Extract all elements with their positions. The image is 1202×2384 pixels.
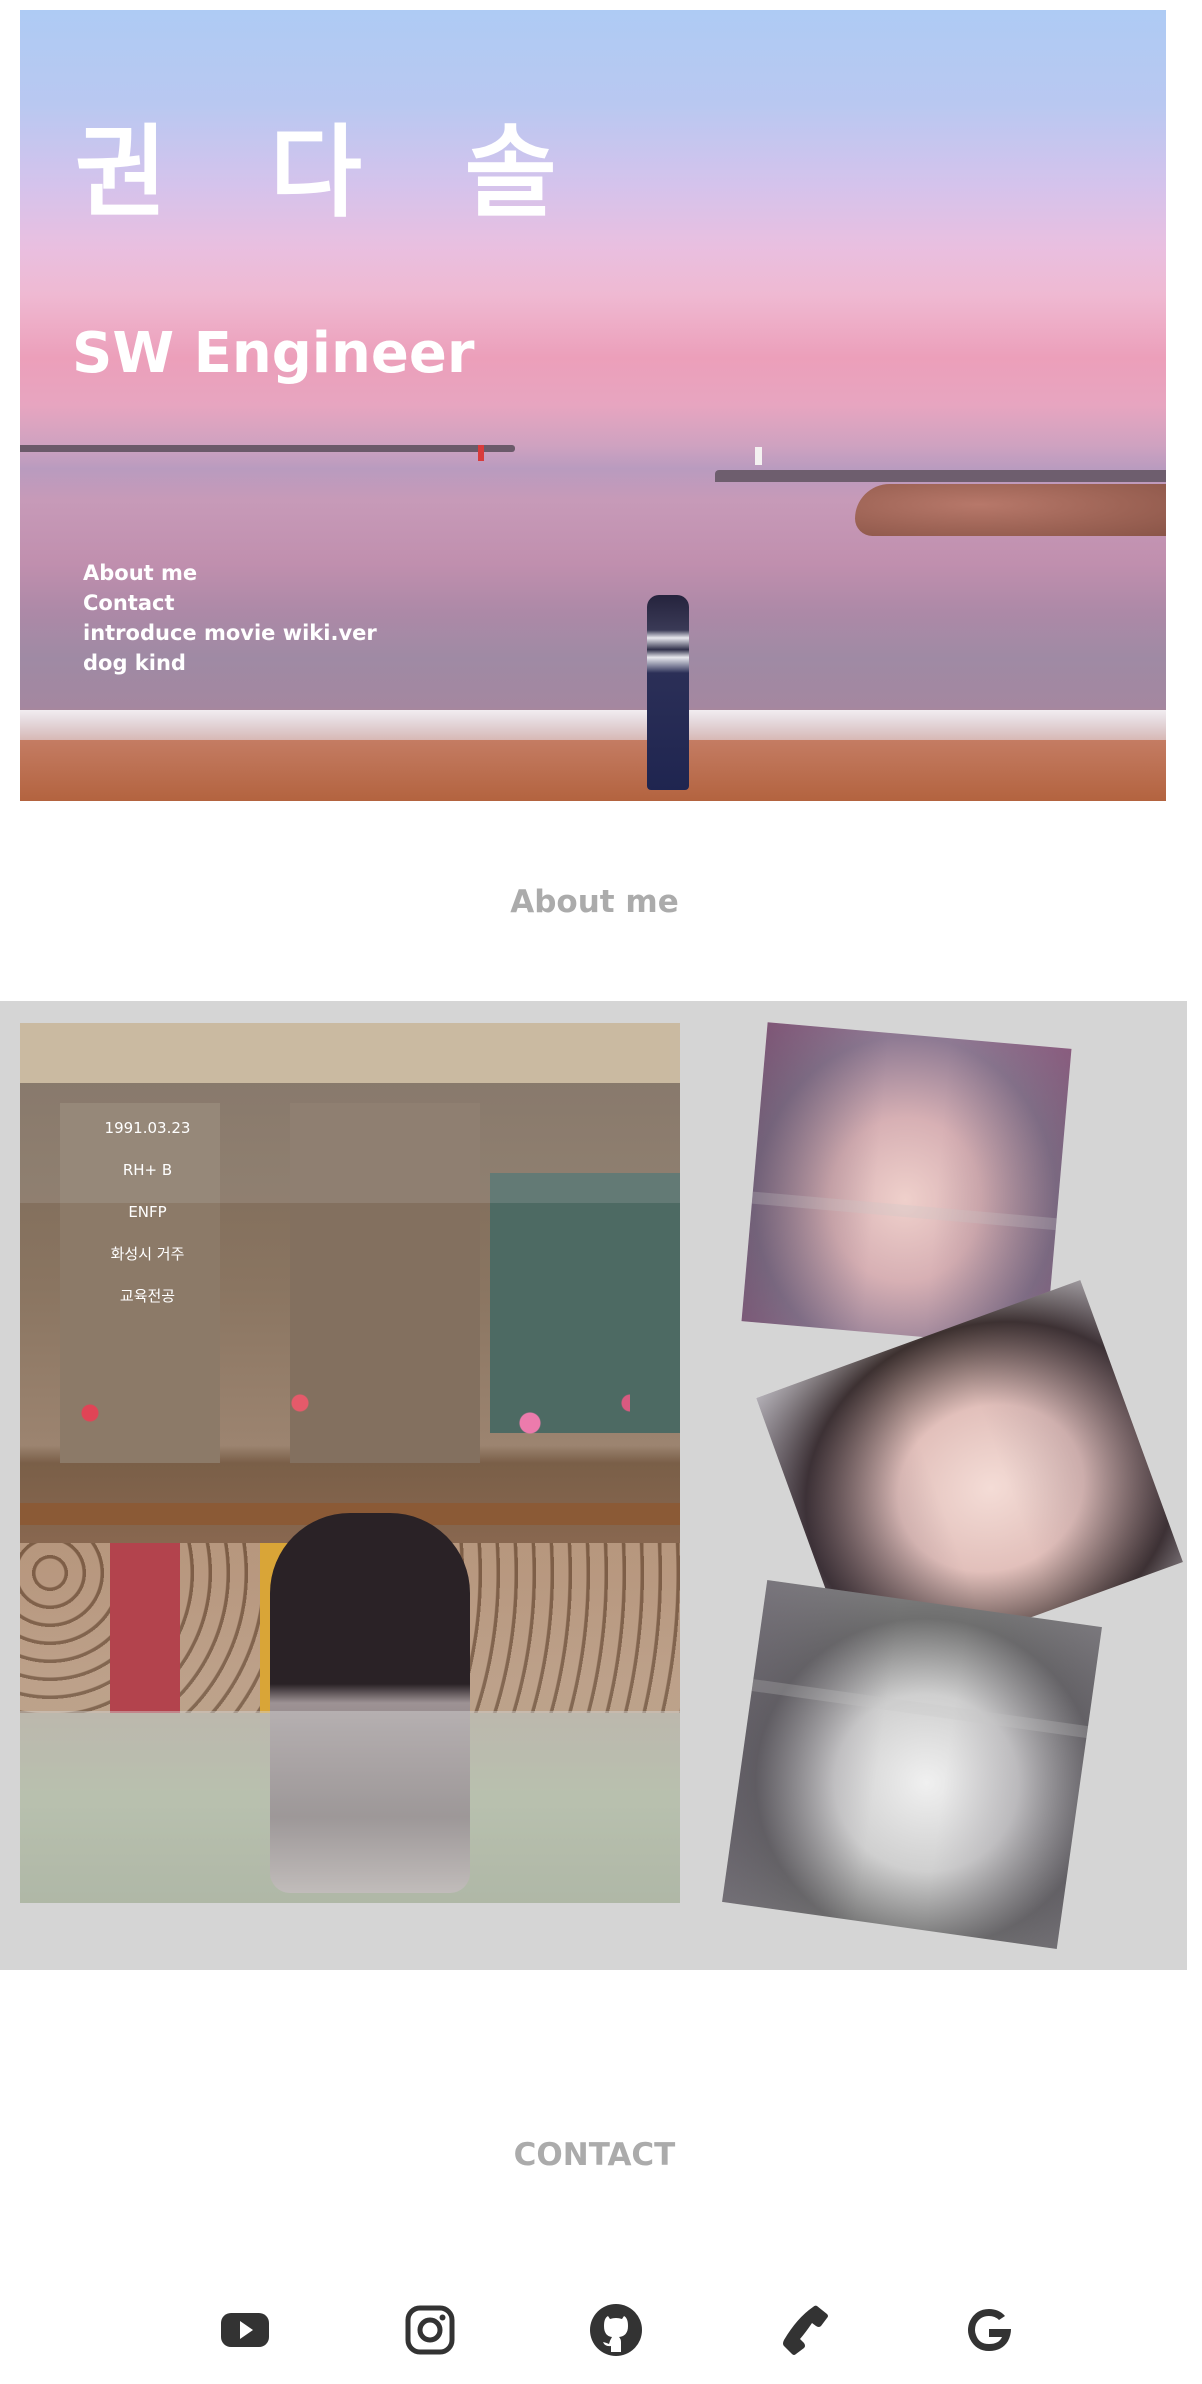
phone-link[interactable] bbox=[773, 2300, 833, 2360]
profile-info-list: 1991.03.23 RH+ B ENFP 화성시 거주 교육전공 bbox=[85, 1107, 210, 1317]
profile-birthdate: 1991.03.23 bbox=[104, 1119, 191, 1137]
profile-major: 교육전공 bbox=[119, 1287, 176, 1305]
nav-link-about-me[interactable]: About me bbox=[83, 558, 377, 588]
sea-surf bbox=[20, 710, 1166, 740]
hero-title: 권 다 솔 bbox=[75, 114, 591, 231]
nav-item: About me bbox=[83, 558, 377, 588]
breakwater-left bbox=[20, 445, 515, 452]
nav-item: Contact bbox=[83, 588, 377, 618]
tetrapod-rocks bbox=[855, 484, 1166, 536]
contact-heading: CONTACT bbox=[513, 2137, 676, 2173]
instagram-link[interactable] bbox=[400, 2300, 460, 2360]
hero-nav: About me Contact introduce movie wiki.ve… bbox=[83, 558, 377, 678]
nav-link-dog-kind[interactable]: dog kind bbox=[83, 648, 377, 678]
red-lighthouse bbox=[478, 445, 484, 461]
github-link[interactable] bbox=[586, 2300, 646, 2360]
youtube-link[interactable] bbox=[215, 2300, 275, 2360]
youtube-icon bbox=[221, 2313, 269, 2347]
about-heading: About me bbox=[510, 884, 679, 920]
hero-banner: 권 다 솔 SW Engineer About me Contact intro… bbox=[20, 10, 1166, 801]
profile-blood-type: RH+ B bbox=[122, 1161, 173, 1179]
breakwater-right bbox=[715, 470, 1166, 482]
makeup-photo-3 bbox=[722, 1580, 1102, 1949]
contact-icons bbox=[0, 2300, 1189, 2360]
google-icon bbox=[968, 2309, 1011, 2351]
photo-flowers bbox=[70, 1383, 630, 1503]
hero-subtitle: SW Engineer bbox=[72, 321, 475, 386]
person-on-beach bbox=[647, 595, 689, 790]
makeup-photo-1 bbox=[741, 1022, 1072, 1348]
profile-residence: 화성시 거주 bbox=[110, 1245, 185, 1263]
nav-link-contact[interactable]: Contact bbox=[83, 588, 377, 618]
beach-sand bbox=[20, 740, 1166, 801]
photo-overlay-bottom bbox=[20, 1711, 680, 1903]
nav-link-movie-wiki[interactable]: introduce movie wiki.ver bbox=[83, 618, 377, 648]
google-link[interactable] bbox=[959, 2300, 1019, 2360]
white-lighthouse bbox=[755, 447, 762, 465]
photo-red-chair bbox=[110, 1543, 180, 1713]
nav-item: dog kind bbox=[83, 648, 377, 678]
photo-shading bbox=[741, 1022, 1072, 1348]
profile-mbti: ENFP bbox=[128, 1203, 167, 1221]
github-icon bbox=[590, 2304, 642, 2356]
instagram-icon bbox=[405, 2305, 455, 2355]
nav-item: introduce movie wiki.ver bbox=[83, 618, 377, 648]
phone-icon bbox=[783, 2305, 828, 2355]
photo-shading bbox=[722, 1580, 1102, 1949]
profile-photo: 1991.03.23 RH+ B ENFP 화성시 거주 교육전공 bbox=[20, 1023, 680, 1903]
